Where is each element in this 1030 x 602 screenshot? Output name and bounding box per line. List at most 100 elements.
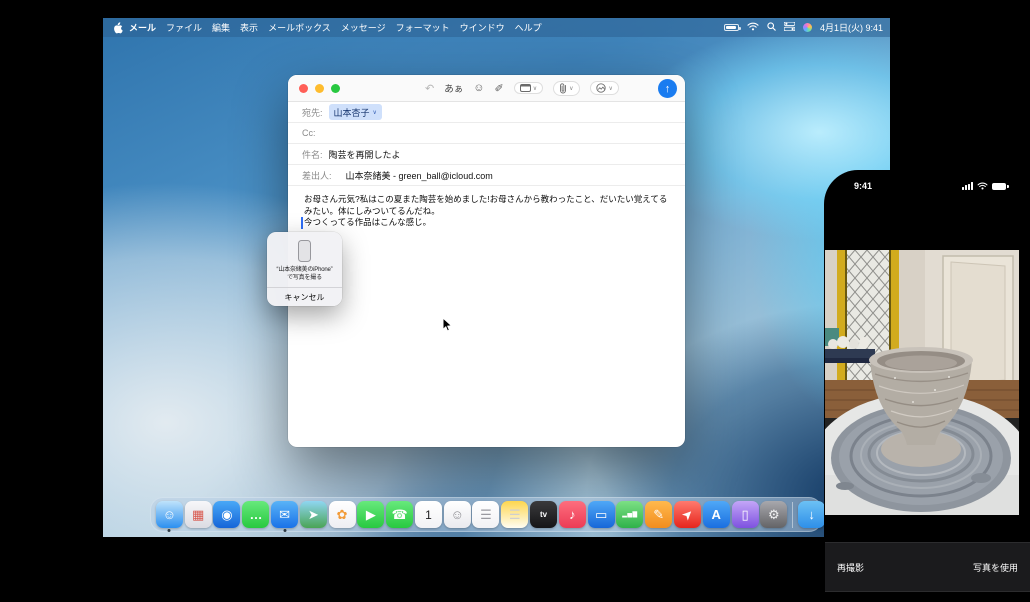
- menu-item-0[interactable]: メール: [129, 21, 156, 34]
- menu-item-1[interactable]: ファイル: [166, 21, 202, 34]
- body-paragraph: 今つくってる作品はこんな感じ。: [304, 217, 669, 229]
- facetime-dock-icon[interactable]: ▶: [357, 501, 384, 528]
- downloads-glyph: ↓: [808, 508, 815, 521]
- iphone-status-icons: [962, 177, 1006, 195]
- recipient-name: 山本杏子: [334, 106, 370, 119]
- running-indicator: [283, 529, 286, 532]
- cc-label: Cc:: [302, 128, 316, 138]
- menu-item-8[interactable]: ヘルプ: [515, 21, 542, 34]
- iphone-device-icon: [298, 240, 311, 262]
- music-dock-icon[interactable]: ♪: [559, 501, 586, 528]
- mail-dock-icon[interactable]: ✉: [271, 501, 298, 528]
- iphone-mirroring-dock-icon[interactable]: ▯: [732, 501, 759, 528]
- menu-item-6[interactable]: フォーマット: [396, 21, 450, 34]
- cellular-signal-icon: [962, 182, 973, 190]
- maps-glyph: ➤: [308, 508, 319, 521]
- cc-field[interactable]: Cc:: [288, 123, 685, 144]
- iphone-status-bar: 9:41: [824, 178, 1030, 194]
- menu-bar: メールファイル編集表示メールボックスメッセージフォーマットウインドウヘルプ: [103, 18, 890, 37]
- notes-glyph: ☰: [509, 508, 521, 521]
- settings-glyph: ⚙: [768, 508, 780, 521]
- from-field[interactable]: 差出人: 山本奈緒美 - green_ball@icloud.com: [288, 165, 685, 186]
- minimize-button[interactable]: [315, 84, 324, 93]
- contacts-dock-icon[interactable]: ☺: [444, 501, 471, 528]
- zoom-button[interactable]: [331, 84, 340, 93]
- menu-bar-status: 4月1日(火) 9:41: [724, 21, 883, 34]
- notes-dock-icon[interactable]: ☰: [501, 501, 528, 528]
- message-body[interactable]: お母さん元気?私はこの夏また陶芸を始めました!お母さんから教わったこと、だいたい…: [288, 186, 685, 237]
- safari-dock-icon[interactable]: ◉: [213, 501, 240, 528]
- tv-dock-icon[interactable]: tv: [530, 501, 557, 528]
- pottery-photo: [825, 250, 1019, 515]
- reminders-glyph: ☰: [480, 508, 492, 521]
- iphone-camera-overlay: 9:41: [824, 170, 1030, 602]
- to-label: 宛先:: [302, 106, 323, 119]
- menu-item-4[interactable]: メールボックス: [268, 21, 331, 34]
- tv-glyph: tv: [540, 511, 547, 519]
- finder-dock-icon[interactable]: ☺: [156, 501, 183, 528]
- menu-item-3[interactable]: 表示: [240, 21, 258, 34]
- numbers-dock-icon[interactable]: ▂▅▇: [616, 501, 643, 528]
- apple-menu-icon[interactable]: [113, 22, 123, 34]
- menu-item-2[interactable]: 編集: [212, 21, 230, 34]
- messages-dock-icon[interactable]: …: [242, 501, 269, 528]
- mouse-cursor: [442, 317, 453, 333]
- body-paragraph: お母さん元気?私はこの夏また陶芸を始めました!お母さんから教わったこと、だいたい…: [304, 194, 669, 217]
- wifi-icon[interactable]: [747, 22, 759, 33]
- safari-glyph: ◉: [221, 508, 232, 521]
- menu-item-7[interactable]: ウインドウ: [460, 21, 505, 34]
- photo-browser-button[interactable]: ∨: [590, 81, 619, 95]
- wifi-icon: [977, 177, 988, 195]
- iphone-clock: 9:41: [854, 181, 872, 191]
- photo-icon: [596, 83, 607, 93]
- contacts-glyph: ☺: [451, 508, 464, 521]
- chevron-down-icon: ∨: [609, 85, 613, 92]
- rocket-dock-icon[interactable]: ➤: [674, 501, 701, 528]
- keynote-dock-icon[interactable]: ▭: [588, 501, 615, 528]
- mail-glyph: ✉: [279, 508, 290, 521]
- reminders-dock-icon[interactable]: ☰: [472, 501, 499, 528]
- launchpad-dock-icon[interactable]: ▦: [185, 501, 212, 528]
- format-button[interactable]: あぁ: [444, 81, 463, 95]
- keynote-glyph: ▭: [595, 508, 607, 521]
- photos-glyph: ✿: [337, 508, 348, 521]
- battery-icon[interactable]: [724, 24, 739, 31]
- mac-desktop: メールファイル編集表示メールボックスメッセージフォーマットウインドウヘルプ: [103, 18, 890, 537]
- calendar-glyph: 1: [425, 509, 432, 521]
- siri-icon[interactable]: [803, 23, 812, 32]
- close-button[interactable]: [299, 84, 308, 93]
- photos-dock-icon[interactable]: ✿: [329, 501, 356, 528]
- phone-dock-icon[interactable]: ☎: [386, 501, 413, 528]
- send-button[interactable]: ↑: [658, 79, 677, 98]
- undo-icon[interactable]: ↶: [425, 82, 434, 95]
- rocket-glyph: ➤: [679, 506, 696, 523]
- facetime-glyph: ▶: [366, 508, 376, 521]
- calendar-dock-icon[interactable]: 1: [415, 501, 442, 528]
- maps-dock-icon[interactable]: ➤: [300, 501, 327, 528]
- markup-stamp-icon[interactable]: ✐: [494, 82, 503, 95]
- chevron-down-icon: ∨: [569, 85, 573, 92]
- appstore-dock-icon[interactable]: A: [703, 501, 730, 528]
- spotlight-search-icon[interactable]: [767, 22, 776, 33]
- pages-dock-icon[interactable]: ✎: [645, 501, 672, 528]
- recipient-token[interactable]: 山本杏子 ∨: [329, 104, 382, 120]
- header-fields-button[interactable]: ∨: [514, 82, 543, 94]
- subject-field[interactable]: 件名: 陶芸を再開したよ: [288, 144, 685, 165]
- to-field[interactable]: 宛先: 山本杏子 ∨: [288, 102, 685, 123]
- emoji-icon[interactable]: ☺: [473, 82, 484, 94]
- use-photo-button[interactable]: 写真を使用: [973, 561, 1018, 574]
- app-menus: メールファイル編集表示メールボックスメッセージフォーマットウインドウヘルプ: [129, 21, 542, 34]
- control-center-icon[interactable]: [784, 22, 795, 33]
- subject-label: 件名:: [302, 148, 323, 161]
- text-insertion-caret: [301, 217, 303, 229]
- from-label: 差出人:: [302, 169, 332, 182]
- downloads-dock-icon[interactable]: ↓: [798, 501, 825, 528]
- settings-dock-icon[interactable]: ⚙: [760, 501, 787, 528]
- music-glyph: ♪: [569, 508, 576, 521]
- retake-button[interactable]: 再撮影: [837, 561, 864, 574]
- attach-button[interactable]: ∨: [553, 81, 579, 96]
- fields-icon: [520, 84, 531, 92]
- cancel-button[interactable]: キャンセル: [267, 288, 342, 306]
- menu-item-5[interactable]: メッセージ: [341, 21, 386, 34]
- menu-bar-clock[interactable]: 4月1日(火) 9:41: [820, 21, 883, 34]
